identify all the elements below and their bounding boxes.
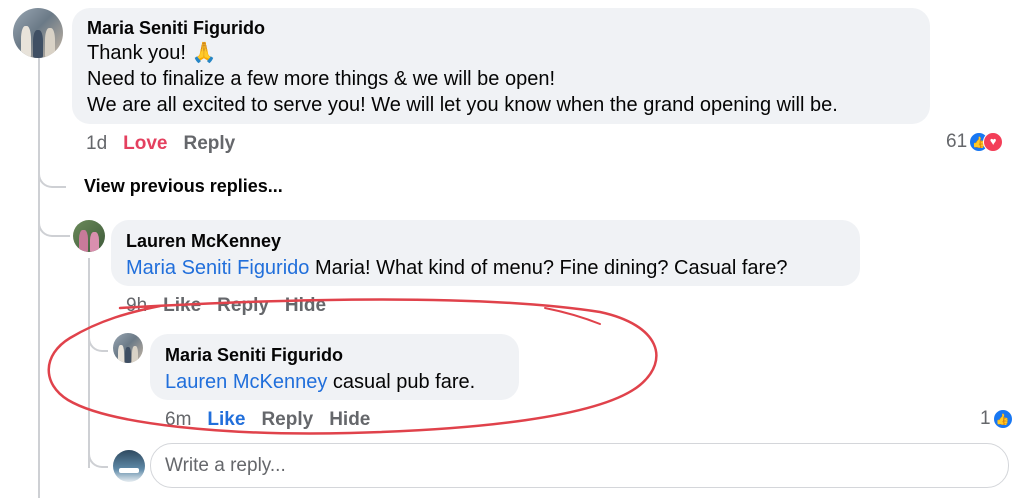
comment-timestamp[interactable]: 1d bbox=[86, 133, 107, 154]
mention-link[interactable]: Maria Seniti Figurido bbox=[126, 257, 309, 279]
comment-timestamp[interactable]: 9h bbox=[126, 295, 147, 316]
comment-body: casual pub fare. bbox=[327, 371, 476, 393]
like-button[interactable]: Like bbox=[207, 409, 245, 430]
thread-connector-maria-reply bbox=[88, 330, 108, 352]
comment-actions: 9h Like Reply Hide bbox=[126, 295, 342, 317]
avatar-figure bbox=[90, 232, 99, 252]
hide-button[interactable]: Hide bbox=[285, 295, 326, 316]
comment-actions: 6m Like Reply Hide bbox=[165, 409, 386, 431]
reaction-count: 61 bbox=[946, 131, 968, 152]
reply-input-placeholder: Write a reply... bbox=[165, 454, 286, 476]
comment-actions: 1d Love Reply bbox=[86, 133, 251, 155]
avatar-figure bbox=[79, 230, 88, 252]
avatar-figure bbox=[21, 26, 31, 58]
hide-button[interactable]: Hide bbox=[329, 409, 370, 430]
thread-connector-lauren bbox=[38, 210, 70, 237]
mention-link[interactable]: Lauren McKenney bbox=[165, 371, 327, 393]
like-reaction-icon: 👍 bbox=[992, 409, 1013, 429]
like-button[interactable]: Like bbox=[163, 295, 201, 316]
reply-button[interactable]: Reply bbox=[184, 133, 236, 154]
avatar-figure bbox=[118, 345, 124, 363]
comment-text: Maria Seniti Figurido Maria! What kind o… bbox=[126, 255, 787, 281]
reaction-summary[interactable]: 61 👍 ♥ bbox=[946, 131, 1004, 153]
avatar-lauren[interactable] bbox=[73, 220, 105, 252]
avatar-figure bbox=[132, 346, 138, 363]
reaction-count: 1 bbox=[980, 408, 991, 429]
comment-text: Lauren McKenney casual pub fare. bbox=[165, 369, 475, 395]
comment-text-line: Need to finalize a few more things & we … bbox=[87, 68, 556, 90]
comment-timestamp[interactable]: 6m bbox=[165, 409, 191, 430]
comment-author[interactable]: Maria Seniti Figurido bbox=[87, 18, 265, 39]
thread-connector-view-previous bbox=[38, 160, 66, 188]
comment-author[interactable]: Lauren McKenney bbox=[126, 231, 281, 252]
thread-connector-reply-box bbox=[88, 440, 108, 468]
avatar-figure bbox=[45, 28, 55, 58]
reaction-summary[interactable]: 1 👍 bbox=[980, 408, 1013, 430]
comment-text-line: We are all excited to serve you! We will… bbox=[87, 94, 838, 116]
reply-input[interactable]: Write a reply... bbox=[150, 443, 1009, 488]
love-button[interactable]: Love bbox=[123, 133, 167, 154]
avatar-current-user[interactable] bbox=[113, 450, 145, 482]
reply-button[interactable]: Reply bbox=[217, 295, 269, 316]
view-previous-replies-link[interactable]: View previous replies... bbox=[84, 176, 283, 197]
comment-author[interactable]: Maria Seniti Figurido bbox=[165, 345, 343, 366]
avatar-figure bbox=[125, 347, 131, 363]
reply-button[interactable]: Reply bbox=[261, 409, 313, 430]
love-reaction-icon: ♥ bbox=[983, 132, 1004, 152]
thread-line-nested bbox=[88, 258, 90, 468]
annotation-tail bbox=[544, 307, 601, 325]
thread-line-main bbox=[38, 58, 40, 498]
avatar-maria[interactable] bbox=[113, 333, 143, 363]
avatar-figure bbox=[33, 30, 43, 58]
comment-body: Maria! What kind of menu? Fine dining? C… bbox=[309, 257, 788, 279]
comment-text-line: Thank you! 🙏 bbox=[87, 42, 217, 64]
avatar-logo-mark bbox=[119, 468, 139, 473]
avatar-maria[interactable] bbox=[13, 8, 63, 58]
